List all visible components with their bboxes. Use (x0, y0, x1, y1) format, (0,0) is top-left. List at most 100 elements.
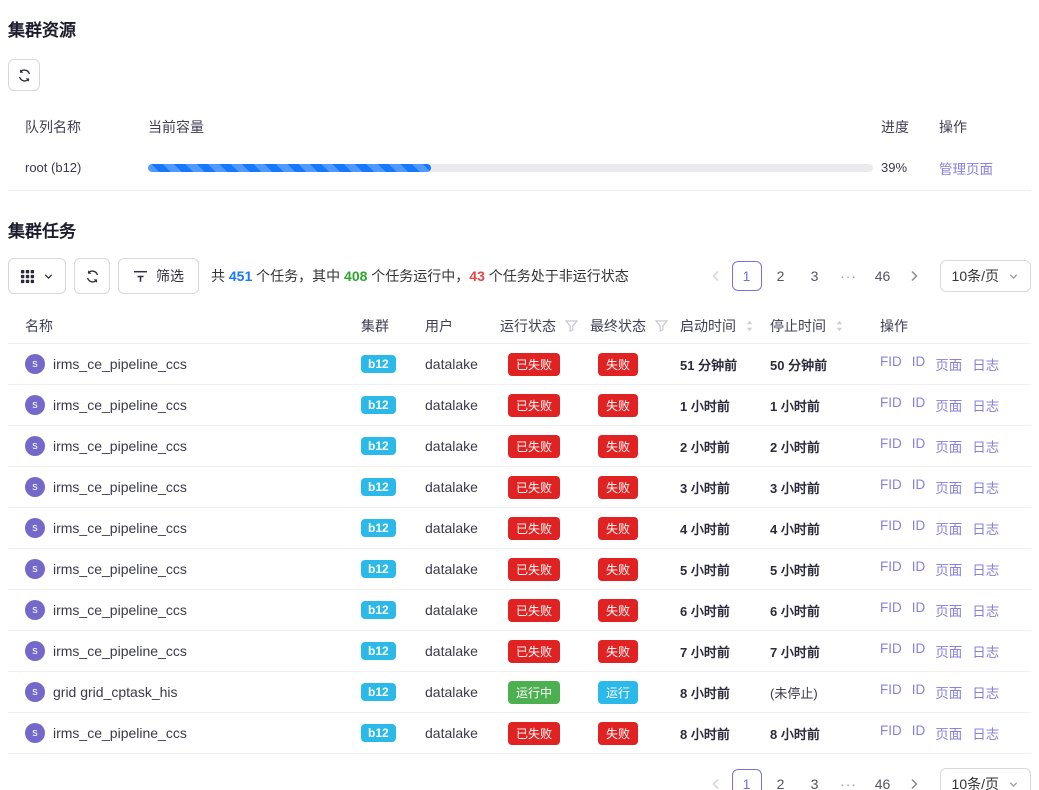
page-link[interactable]: 页面 (935, 559, 962, 579)
page-link[interactable]: 页面 (935, 436, 962, 456)
task-table-row: s irms_ce_pipeline_ccs b12 datalake 已失败 … (8, 713, 1031, 754)
page-button-3[interactable]: 3 (800, 261, 830, 291)
page-link[interactable]: 页面 (935, 682, 962, 702)
col-run-status: 运行状态 (500, 316, 556, 336)
log-link[interactable]: 日志 (972, 723, 999, 743)
filter-button[interactable]: 筛选 (118, 258, 199, 294)
tasks-toolbar: 筛选 共 451 个任务，其中 408 个任务运行中，43 个任务处于非运行状态… (8, 258, 1031, 294)
page-size-select[interactable]: 10条/页 (940, 260, 1031, 292)
id-link[interactable]: ID (912, 436, 926, 456)
page-link[interactable]: 页面 (935, 723, 962, 743)
page-link[interactable]: 页面 (935, 395, 962, 415)
manage-page-link[interactable]: 管理页面 (939, 162, 993, 177)
id-link[interactable]: ID (912, 641, 926, 661)
fid-link[interactable]: FID (880, 477, 902, 497)
page-link[interactable]: 页面 (935, 641, 962, 661)
log-link[interactable]: 日志 (972, 477, 999, 497)
fid-link[interactable]: FID (880, 436, 902, 456)
chevron-down-icon (1008, 271, 1019, 282)
log-link[interactable]: 日志 (972, 354, 999, 374)
fid-link[interactable]: FID (880, 682, 902, 702)
cluster-badge: b12 (361, 519, 396, 537)
prev-page-button[interactable] (704, 769, 728, 790)
page-button-1[interactable]: 1 (732, 261, 762, 291)
log-link[interactable]: 日志 (972, 559, 999, 579)
page-size-select[interactable]: 10条/页 (940, 768, 1031, 790)
page-link[interactable]: 页面 (935, 477, 962, 497)
log-link[interactable]: 日志 (972, 395, 999, 415)
cluster-badge: b12 (361, 683, 396, 701)
run-status-tag: 已失败 (508, 435, 560, 458)
row-actions: FID ID 页面日志 (880, 477, 1031, 497)
fid-link[interactable]: FID (880, 723, 902, 743)
run-status-filter-icon[interactable] (565, 320, 578, 332)
cluster-badge: b12 (361, 437, 396, 455)
task-user: datalake (425, 520, 500, 536)
run-status-tag: 已失败 (508, 394, 560, 417)
id-link[interactable]: ID (912, 354, 926, 374)
next-page-button[interactable] (902, 769, 926, 790)
cluster-badge: b12 (361, 560, 396, 578)
id-link[interactable]: ID (912, 723, 926, 743)
start-time: 4 小时前 (680, 519, 770, 538)
run-status-tag: 已失败 (508, 599, 560, 622)
id-link[interactable]: ID (912, 395, 926, 415)
fid-link[interactable]: FID (880, 518, 902, 538)
next-page-button[interactable] (902, 261, 926, 291)
id-link[interactable]: ID (912, 682, 926, 702)
id-link[interactable]: ID (912, 600, 926, 620)
task-name: irms_ce_pipeline_ccs (53, 356, 187, 372)
final-status-tag: 失败 (598, 640, 638, 663)
task-table-row: s irms_ce_pipeline_ccs b12 datalake 已失败 … (8, 549, 1031, 590)
task-table-row: s irms_ce_pipeline_ccs b12 datalake 已失败 … (8, 385, 1031, 426)
page-button-2[interactable]: 2 (766, 769, 796, 790)
tasks-refresh-button[interactable] (74, 258, 110, 294)
final-status-tag: 失败 (598, 517, 638, 540)
page-button-3[interactable]: 3 (800, 769, 830, 790)
cluster-tasks-section: 集群任务 (8, 217, 1031, 790)
log-link[interactable]: 日志 (972, 682, 999, 702)
cluster-resources-section: 集群资源 队列名称 当前容量 进度 操作 root (b12) (8, 8, 1031, 191)
id-link[interactable]: ID (912, 518, 926, 538)
start-time: 2 小时前 (680, 437, 770, 456)
page-button-1[interactable]: 1 (732, 769, 762, 790)
stop-time: 5 小时前 (770, 560, 880, 579)
id-link[interactable]: ID (912, 477, 926, 497)
fid-link[interactable]: FID (880, 641, 902, 661)
fid-link[interactable]: FID (880, 600, 902, 620)
start-time: 7 小时前 (680, 642, 770, 661)
final-status-filter-icon[interactable] (655, 320, 668, 332)
page-link[interactable]: 页面 (935, 354, 962, 374)
prev-page-button[interactable] (704, 261, 728, 291)
page-link[interactable]: 页面 (935, 518, 962, 538)
fid-link[interactable]: FID (880, 354, 902, 374)
log-link[interactable]: 日志 (972, 641, 999, 661)
fid-link[interactable]: FID (880, 395, 902, 415)
log-link[interactable]: 日志 (972, 518, 999, 538)
spark-avatar-icon: s (25, 518, 45, 538)
page-size-label: 10条/页 (952, 266, 999, 286)
start-time: 3 小时前 (680, 478, 770, 497)
view-mode-button[interactable] (8, 258, 66, 294)
log-link[interactable]: 日志 (972, 436, 999, 456)
task-user: datalake (425, 397, 500, 413)
pagination-top: 1 2 3 ··· 46 10条/页 (704, 260, 1031, 292)
filter-button-label: 筛选 (156, 266, 184, 286)
start-time-sort-icon[interactable] (745, 319, 754, 333)
page-button-46[interactable]: 46 (868, 261, 898, 291)
task-name: irms_ce_pipeline_ccs (53, 643, 187, 659)
page-ellipsis[interactable]: ··· (834, 261, 864, 291)
total-task-count: 451 (229, 268, 252, 284)
final-status-tag: 失败 (598, 435, 638, 458)
log-link[interactable]: 日志 (972, 600, 999, 620)
page-button-46[interactable]: 46 (868, 769, 898, 790)
page-ellipsis[interactable]: ··· (834, 769, 864, 790)
tasks-table-header: 名称 集群 用户 运行状态 最终状态 启动时间 (8, 308, 1031, 344)
page-button-2[interactable]: 2 (766, 261, 796, 291)
stop-time-sort-icon[interactable] (835, 319, 844, 333)
page-link[interactable]: 页面 (935, 600, 962, 620)
fid-link[interactable]: FID (880, 559, 902, 579)
resources-refresh-button[interactable] (8, 59, 40, 91)
id-link[interactable]: ID (912, 559, 926, 579)
task-user: datalake (425, 684, 500, 700)
